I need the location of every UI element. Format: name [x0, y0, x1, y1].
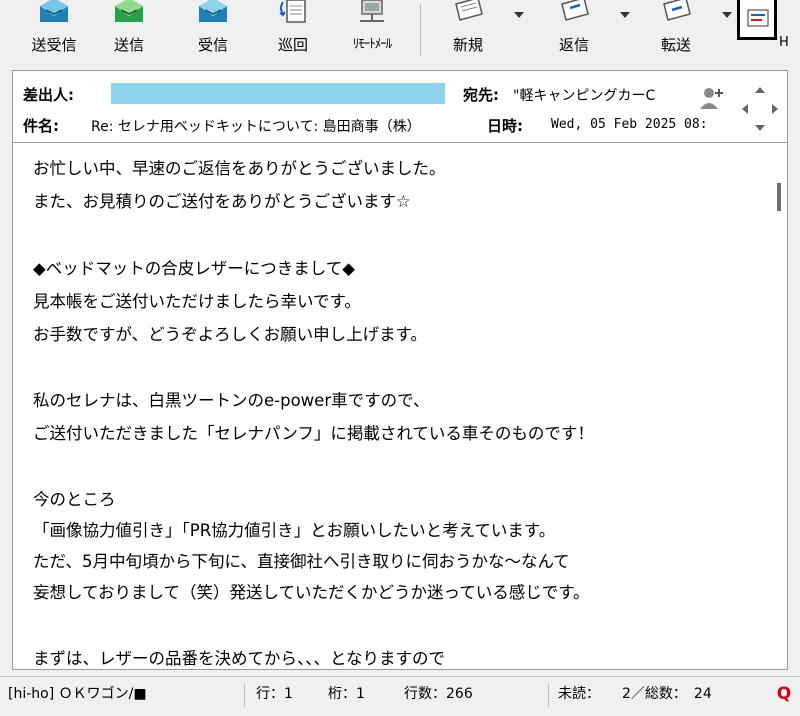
receive-icon	[199, 0, 227, 22]
forward-button[interactable]: 転送	[646, 0, 706, 60]
send-button[interactable]: 送信	[104, 0, 154, 60]
date-label: 日時:	[487, 117, 523, 135]
body-line: また、お見積りのご送付をありがとうございます☆	[33, 192, 411, 211]
status-row: 行：1	[256, 686, 293, 702]
q-icon[interactable]: Q	[774, 684, 794, 704]
status-counts: 2／総数： 24	[622, 686, 712, 702]
arrow-down-icon	[755, 125, 765, 131]
status-separator	[244, 683, 245, 707]
from-label: 差出人:	[23, 86, 74, 104]
forward-dropdown-caret[interactable]	[722, 12, 732, 18]
remote-mail-icon	[360, 0, 384, 22]
overflow-label: H	[779, 35, 789, 50]
remote-mail-label: ﾘﾓｰﾄﾒｰﾙ	[352, 37, 392, 52]
reply-icon	[561, 0, 589, 21]
new-mail-dropdown-caret[interactable]	[514, 12, 524, 18]
body-line: お忙しい中、早速のご返信をありがとうございました。	[33, 159, 446, 178]
add-contact-icon[interactable]	[697, 85, 727, 111]
status-account: [hi-ho] ＯＫワゴン/■	[8, 686, 147, 702]
status-bar: [hi-ho] ＯＫワゴン/■ 行：1 桁：1 行数：266 未読： 2／総数：…	[0, 676, 800, 716]
send-label: 送信	[113, 36, 144, 54]
to-label: 宛先:	[463, 86, 499, 104]
message-header: 差出人: 宛先: "軽キャンピングカーC 件名: Re: セレナ用ベッドキットに…	[12, 70, 788, 142]
to-value[interactable]: "軽キャンピングカーC	[513, 85, 703, 105]
body-scrollbar-thumb[interactable]	[777, 183, 781, 211]
toolbar-separator	[420, 4, 421, 56]
sender-field[interactable]	[111, 83, 445, 104]
body-line: まずは、レザーの品番を決めてから、、、となりますので	[33, 649, 446, 668]
patrol-label: 巡回	[277, 36, 308, 54]
message-body[interactable]: お忙しい中、早速のご返信をありがとうございました。 また、お見積りのご送付をあり…	[12, 142, 788, 670]
status-col: 桁：1	[328, 686, 365, 702]
body-line: 見本帳をご送付いただけましたら幸いです。	[33, 292, 361, 311]
status-line-count: 行数：266	[404, 686, 473, 702]
status-unread-label: 未読：	[558, 686, 600, 702]
body-line: 今のところ	[33, 490, 116, 509]
body-line: 私のセレナは、白黒ツートンのe-power車ですので、	[33, 391, 430, 410]
forward-label: 転送	[660, 36, 691, 54]
reply-label: 返信	[558, 36, 589, 54]
subject-label: 件名:	[23, 117, 59, 135]
date-value: Wed, 05 Feb 2025 08:	[551, 117, 708, 132]
body-line: ご送付いただきました「セレナパンフ」に掲載されている車そのものです！	[33, 424, 594, 443]
arrow-right-icon	[772, 104, 778, 114]
address-book-button[interactable]	[737, 0, 777, 40]
toolbar: 送受信 送信 受信 巡回 ﾘﾓｰﾄﾒｰﾙ 新規 返信 転送 H	[0, 0, 800, 60]
new-mail-label: 新規	[452, 36, 483, 54]
subject-value: Re: セレナ用ベッドキットについて: 島田商事（株）	[91, 119, 421, 135]
receive-label: 受信	[197, 36, 228, 54]
status-separator	[548, 683, 549, 707]
send-receive-button[interactable]: 送受信	[22, 0, 86, 60]
arrow-left-icon	[742, 104, 748, 114]
patrol-button[interactable]: 巡回	[268, 0, 318, 60]
body-line: ◆ベッドマットの合皮レザーにつきまして◆	[33, 259, 355, 278]
arrow-up-icon	[755, 87, 765, 93]
send-icon	[115, 0, 143, 22]
send-receive-icon	[40, 0, 68, 22]
body-line: 妄想しておりまして（笑）発送していただくかどうか迷っている感じです。	[33, 583, 590, 602]
reply-dropdown-caret[interactable]	[620, 12, 630, 18]
reply-button[interactable]: 返信	[544, 0, 604, 60]
header-navigation-arrows[interactable]	[738, 83, 782, 135]
remote-mail-button[interactable]: ﾘﾓｰﾄﾒｰﾙ	[332, 0, 412, 60]
patrol-icon	[279, 0, 306, 23]
receive-button[interactable]: 受信	[188, 0, 238, 60]
new-mail-button[interactable]: 新規	[438, 0, 498, 60]
body-line: 「画像協力値引き」「PR協力値引き」とお願いしたいと考えています。	[33, 521, 556, 540]
body-line: お手数ですが、どうぞよろしくお願い申し上げます。	[33, 325, 428, 344]
forward-icon	[663, 0, 691, 21]
send-receive-label: 送受信	[31, 36, 77, 54]
body-line: ただ、5月中旬頃から下旬に、直接御社へ引き取りに伺おうかな～なんて	[33, 552, 570, 571]
new-mail-icon	[455, 0, 483, 21]
address-book-icon	[747, 9, 769, 27]
